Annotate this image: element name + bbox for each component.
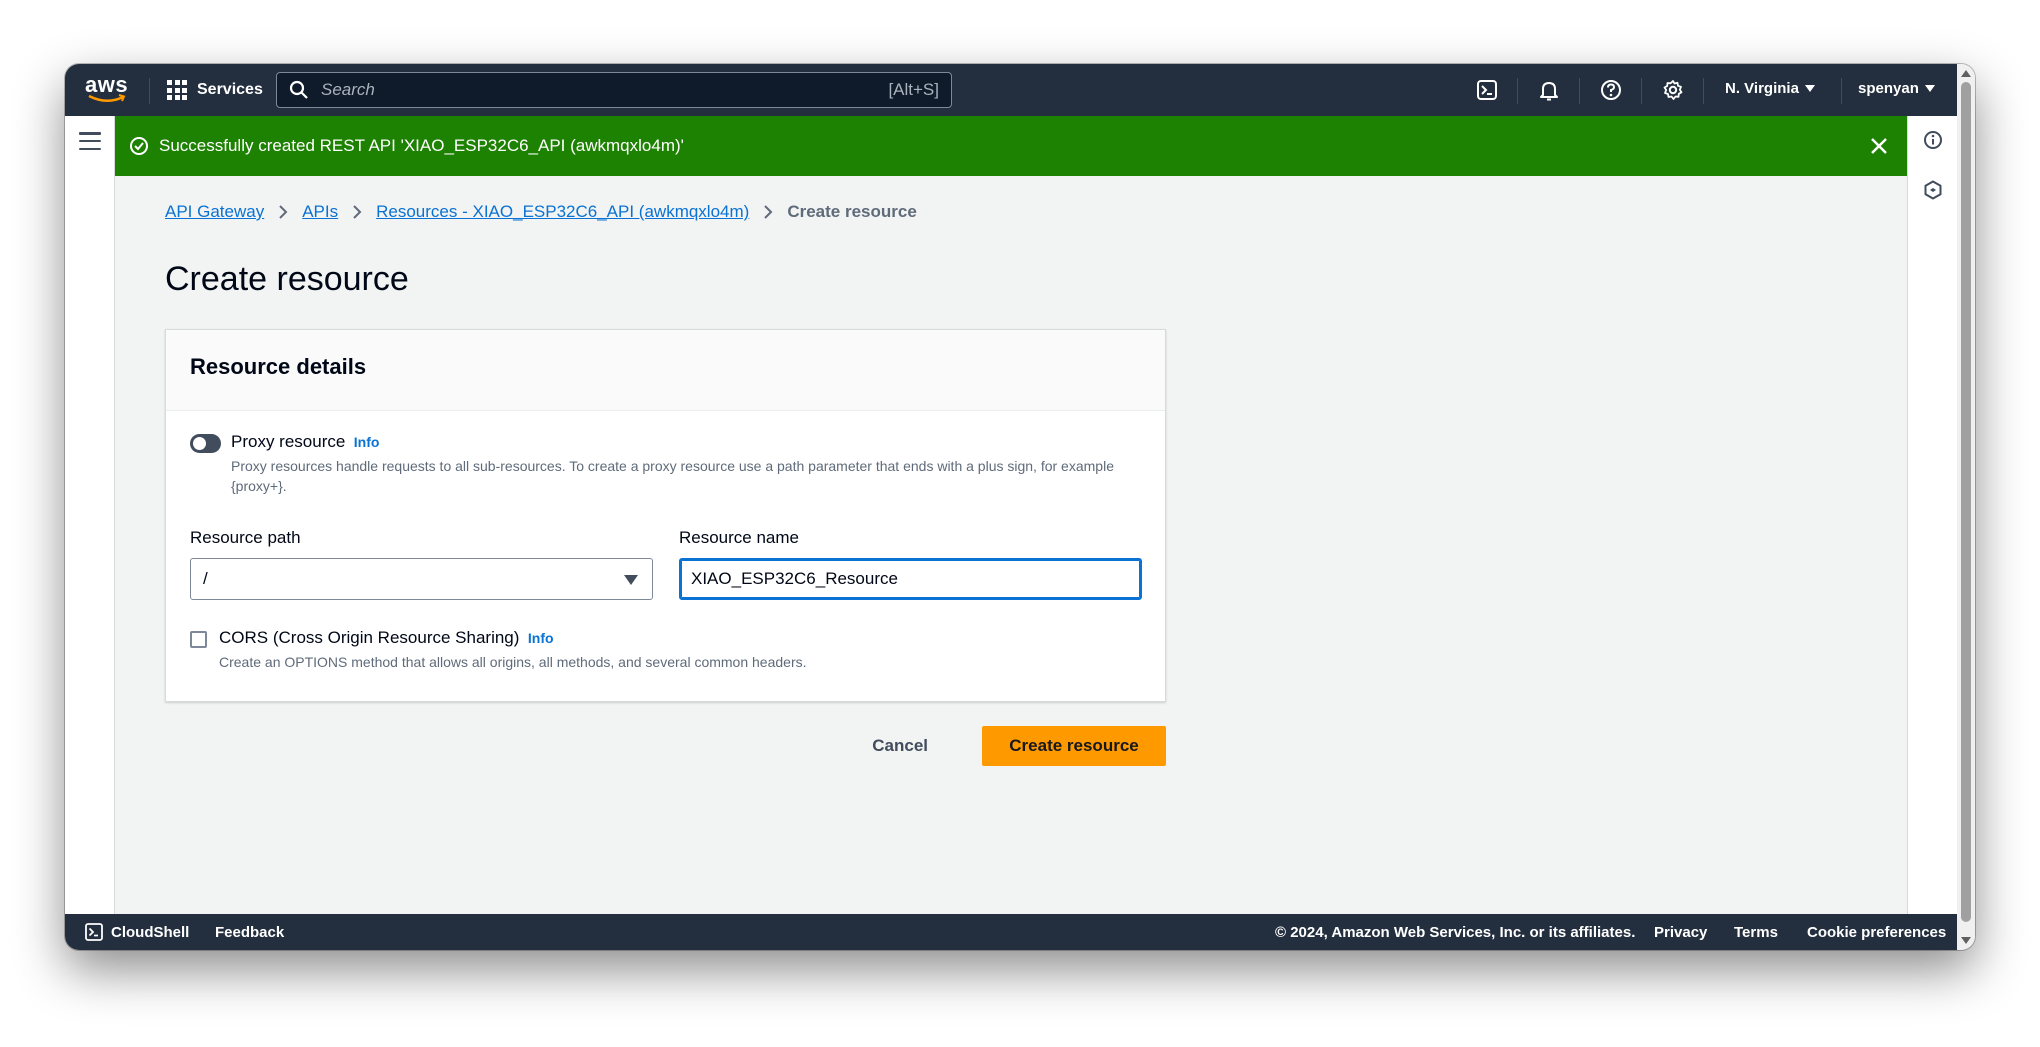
resource-path-label: Resource path [190,528,301,547]
proxy-resource-row: Proxy resource Info Proxy resources hand… [190,432,1131,496]
cloudshell-icon[interactable] [1475,78,1499,102]
resource-name-field: Resource name [679,528,1142,600]
nav-divider [149,78,150,104]
resource-name-label: Resource name [679,528,800,547]
aws-smile-icon [88,94,126,102]
cancel-button[interactable]: Cancel [860,726,940,766]
browser-window: aws Services [Alt+S] [65,64,1975,950]
settings-gear-icon[interactable] [1661,78,1685,102]
create-resource-button[interactable]: Create resource [982,726,1166,766]
footer: CloudShell Feedback © 2024, Amazon Web S… [65,914,1957,950]
scroll-down-arrow-icon[interactable] [1961,937,1971,944]
chevron-down-icon [624,575,638,585]
resource-path-select[interactable]: / [190,558,653,600]
chevron-down-icon [1804,85,1815,92]
cloudshell-button[interactable]: CloudShell [85,923,189,941]
cookie-preferences-link[interactable]: Cookie preferences [1807,924,1946,941]
chevron-right-icon [279,205,288,219]
nav-divider [1841,78,1842,104]
close-icon[interactable] [1867,134,1891,158]
copyright-text: © 2024, Amazon Web Services, Inc. or its… [1275,924,1636,941]
nav-divider [1641,78,1642,104]
form-actions: Cancel Create resource [165,726,1166,768]
flash-message: Successfully created REST API 'XIAO_ESP3… [159,136,684,155]
proxy-info-link[interactable]: Info [354,434,380,450]
notifications-bell-icon[interactable] [1537,78,1561,102]
success-flash-banner: Successfully created REST API 'XIAO_ESP3… [115,116,1907,176]
breadcrumb-link-resources[interactable]: Resources - XIAO_ESP32C6_API (awkmqxlo4m… [376,202,749,222]
aws-logo-text: aws [85,72,129,97]
page-title: Create resource [165,260,409,298]
top-navigation: aws Services [Alt+S] [65,64,1957,116]
success-check-icon [130,137,148,155]
chevron-right-icon [764,205,773,219]
nav-divider [1517,78,1518,104]
resource-details-panel: Resource details Proxy resource Info Pro… [165,329,1166,702]
right-tools-rail [1907,116,1957,914]
vertical-scrollbar[interactable] [1957,64,1975,950]
feedback-link[interactable]: Feedback [215,924,284,941]
panel-title: Resource details [190,354,367,379]
cors-checkbox[interactable] [190,631,207,648]
help-icon[interactable] [1599,78,1623,102]
search-input[interactable] [321,80,889,100]
cors-label: CORS (Cross Origin Resource Sharing) [219,628,520,647]
terms-link[interactable]: Terms [1734,924,1778,941]
cors-description: Create an OPTIONS method that allows all… [219,654,807,670]
search-box[interactable]: [Alt+S] [276,72,952,108]
breadcrumb-link-api-gateway[interactable]: API Gateway [165,202,264,222]
breadcrumb-link-apis[interactable]: APIs [302,202,338,222]
privacy-link[interactable]: Privacy [1654,924,1707,941]
aws-logo[interactable]: aws [85,74,129,106]
account-menu[interactable]: spenyan [1858,80,1935,97]
services-grid-icon [167,80,187,100]
left-navigation-rail [65,116,115,914]
resource-name-input[interactable] [679,558,1142,600]
cors-info-link[interactable]: Info [528,630,554,646]
username-label: spenyan [1858,80,1919,97]
proxy-resource-description: Proxy resources handle requests to all s… [231,458,1114,494]
search-shortcut-hint: [Alt+S] [888,80,939,99]
proxy-resource-label: Proxy resource [231,432,346,451]
cloudshell-icon [85,923,103,941]
chevron-down-icon [1924,85,1935,92]
region-label: N. Virginia [1725,80,1799,97]
resource-path-value: / [203,569,208,588]
region-selector[interactable]: N. Virginia [1725,80,1815,97]
scrollbar-thumb[interactable] [1961,82,1971,922]
amazon-q-icon[interactable] [1923,180,1943,200]
scroll-up-arrow-icon[interactable] [1961,70,1971,77]
breadcrumb: API Gateway APIs Resources - XIAO_ESP32C… [165,202,917,222]
services-menu-button[interactable]: Services [167,76,263,104]
chevron-right-icon [353,205,362,219]
resource-path-field: Resource path / [190,528,653,600]
proxy-resource-toggle[interactable] [190,434,221,453]
cors-row: CORS (Cross Origin Resource Sharing) Inf… [190,628,1119,672]
nav-divider [1579,78,1580,104]
services-label: Services [197,81,263,98]
info-panel-icon[interactable] [1923,130,1943,150]
panel-header: Resource details [166,330,1165,411]
menu-hamburger-icon[interactable] [79,132,101,150]
cloudshell-label: CloudShell [111,923,190,941]
search-icon [289,80,308,99]
nav-divider [1703,78,1704,104]
breadcrumb-current: Create resource [787,202,917,221]
